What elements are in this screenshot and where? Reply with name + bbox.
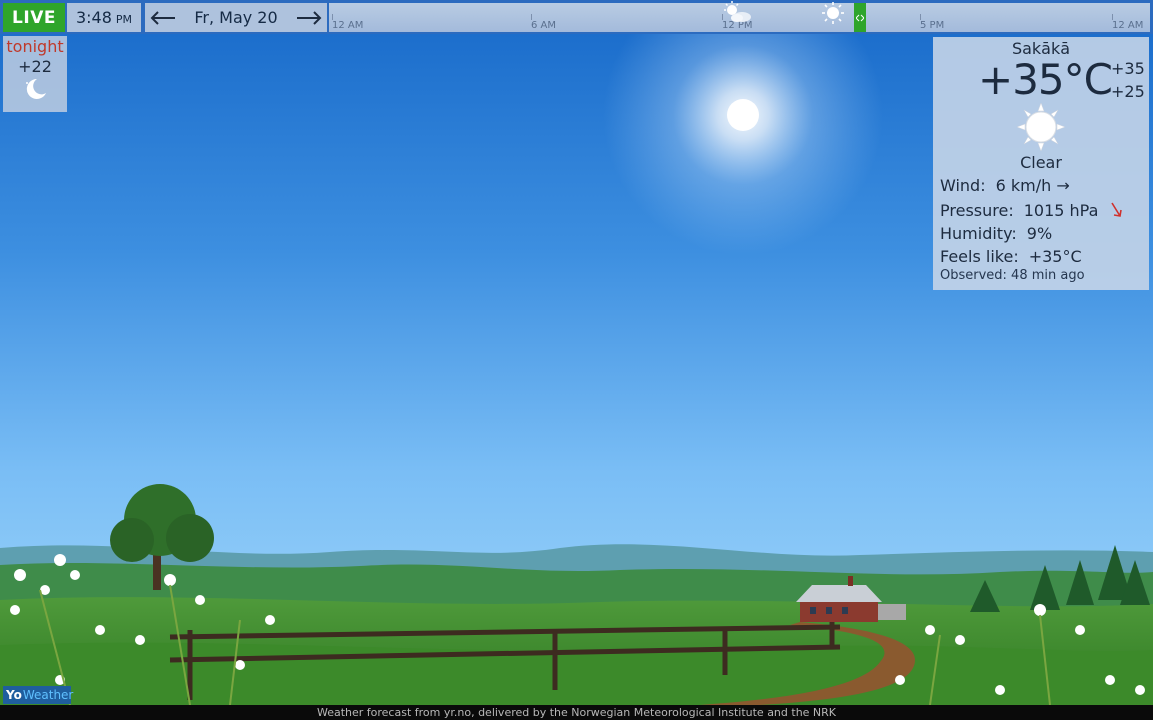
timeline-tick: 12 AM xyxy=(332,14,364,31)
pressure-label: Pressure: xyxy=(940,201,1014,220)
feels-like-row: Feels like: +35°C xyxy=(940,247,1082,266)
observed-time: Observed: 48 min ago xyxy=(940,268,1085,283)
sun-icon xyxy=(1017,103,1065,151)
arrow-left-icon xyxy=(150,10,175,25)
current-conditions-panel: Sakākā +35°C +35 +25 Clear Wind: 6 km/h →… xyxy=(933,37,1149,290)
wind-row: Wind: 6 km/h → xyxy=(940,176,1070,195)
sun-icon xyxy=(822,2,844,24)
humidity-label: Humidity: xyxy=(940,224,1017,243)
footer-credit[interactable]: Weather forecast from yr.no, delivered b… xyxy=(0,705,1153,720)
timeline-now-handle[interactable] xyxy=(854,3,866,32)
condition-text: Clear xyxy=(1020,153,1062,172)
current-temperature: +35°C xyxy=(978,55,1113,104)
prev-day-button[interactable] xyxy=(149,7,177,29)
time-ampm: PM xyxy=(115,12,133,26)
pressure-value: 1015 hPa xyxy=(1023,201,1099,220)
wind-value: 6 km/h → xyxy=(995,176,1070,195)
humidity-value: 9% xyxy=(1026,224,1053,243)
timeline-tick: 6 AM xyxy=(531,14,557,31)
tonight-temp: +22 xyxy=(18,57,52,76)
arrow-right-icon xyxy=(297,10,322,25)
logo-weather: Weather xyxy=(22,688,74,702)
high-temperature: +35 xyxy=(1111,59,1145,78)
timeline-tick: 5 PM xyxy=(920,14,945,31)
timeline-tick: 12 AM xyxy=(1112,14,1144,31)
top-bar: LIVE 3:48 PM Fr, May 20 12 AM 6 AM 12 PM… xyxy=(0,0,1153,34)
logo-yo: Yo xyxy=(6,688,22,702)
partly-cloudy-icon xyxy=(724,1,751,22)
live-button[interactable]: LIVE xyxy=(3,3,65,32)
sun xyxy=(727,99,759,131)
feels-like-value: +35°C xyxy=(1028,247,1082,266)
current-date: Fr, May 20 xyxy=(194,8,278,27)
moon-icon xyxy=(26,78,46,99)
hourly-timeline[interactable]: 12 AM 6 AM 12 PM 5 PM 12 AM xyxy=(329,1,1150,32)
time-value: 3:48 xyxy=(75,8,112,27)
low-temperature: +25 xyxy=(1111,82,1145,101)
app-logo[interactable]: Yo Weather xyxy=(3,686,74,704)
arrow-down-right-icon xyxy=(1110,202,1122,217)
humidity-row: Humidity: 9% xyxy=(940,224,1052,243)
tonight-label: tonight xyxy=(6,37,64,56)
wind-label: Wind: xyxy=(940,176,986,195)
feels-like-label: Feels like: xyxy=(940,247,1019,266)
date-navigator: Fr, May 20 xyxy=(145,3,327,32)
tonight-forecast[interactable]: tonight +22 xyxy=(3,36,67,112)
pressure-row: Pressure: 1015 hPa xyxy=(940,201,1124,220)
next-day-button[interactable] xyxy=(295,7,323,29)
current-time: 3:48 PM xyxy=(67,3,141,32)
drag-handle-icon xyxy=(856,14,864,21)
